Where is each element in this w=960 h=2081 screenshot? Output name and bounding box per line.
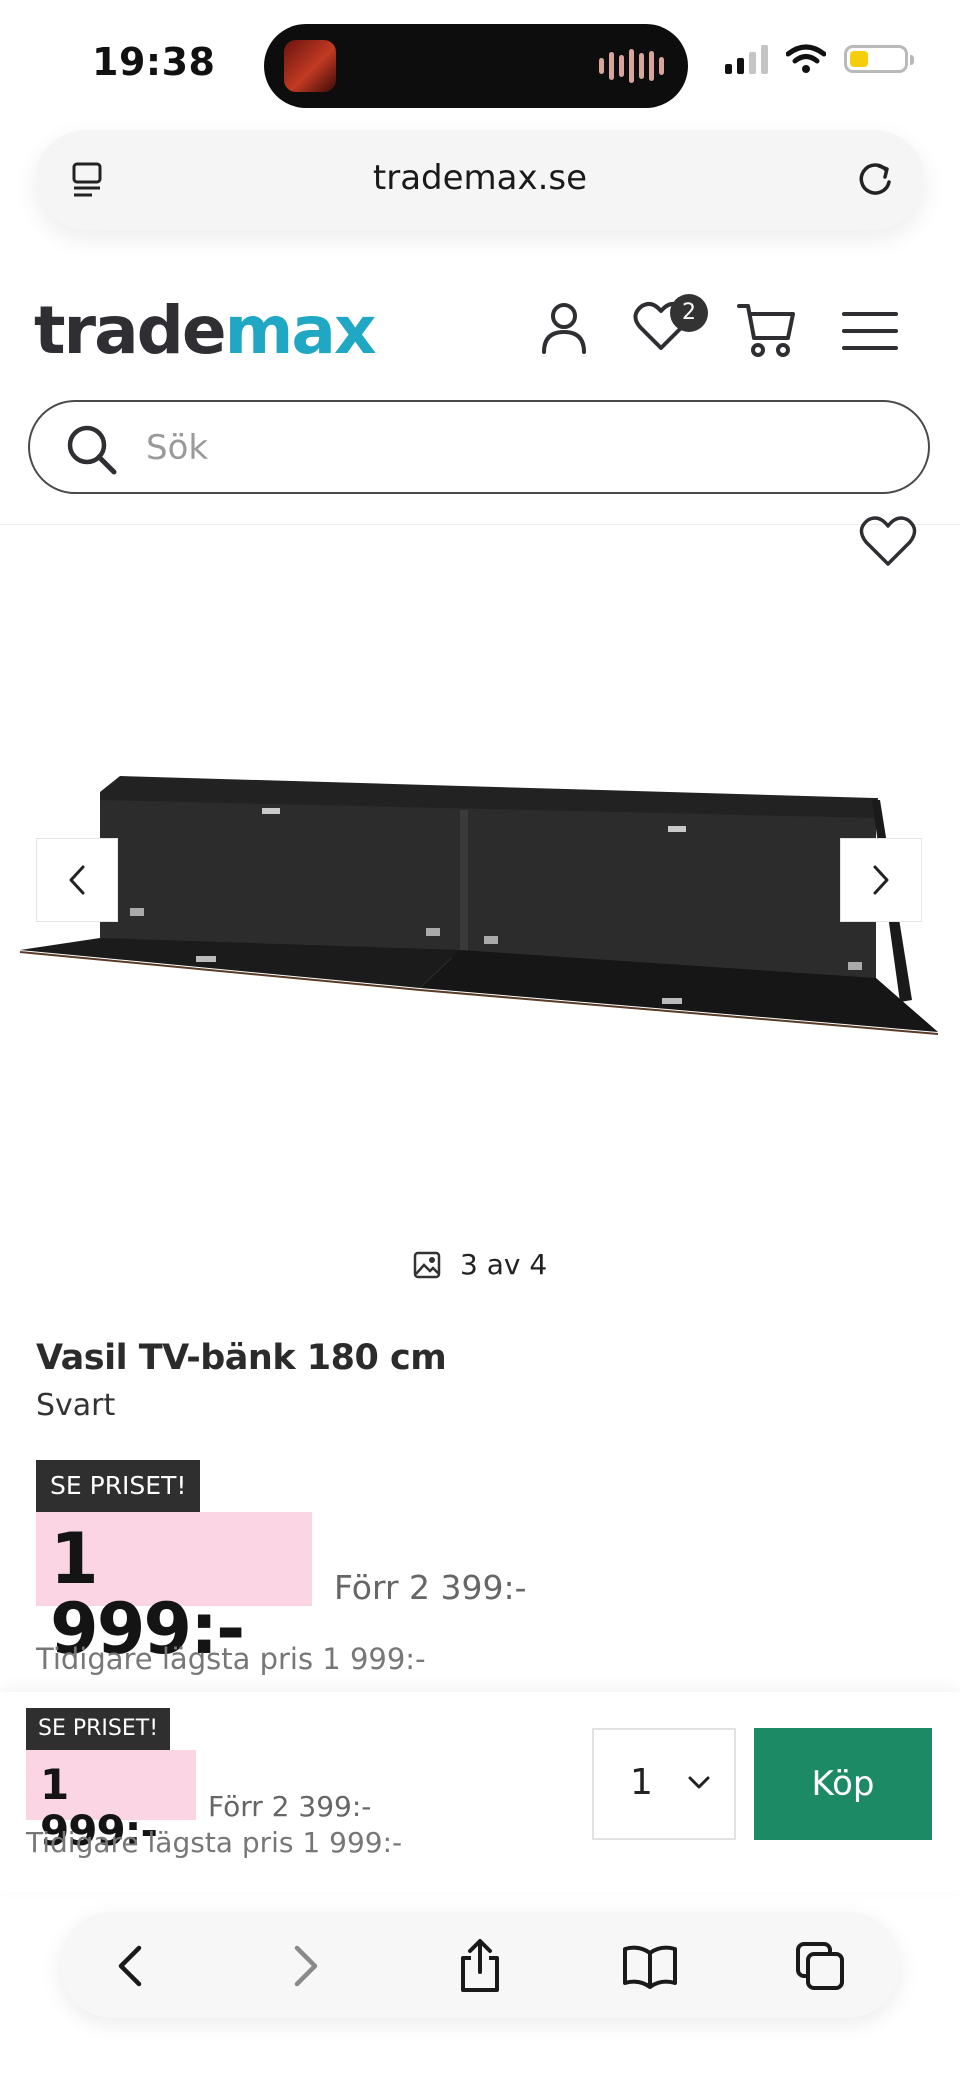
bookmarks-button[interactable]	[620, 1936, 680, 1996]
gallery-counter-text: 3 av 4	[460, 1248, 548, 1281]
cart-icon[interactable]	[736, 300, 796, 360]
sticky-buy-bar: SE PRISET! 1 999:- Förr 2 399:- Tidigare…	[0, 1692, 960, 1892]
product-image-tv-bench[interactable]	[0, 740, 960, 1060]
dynamic-island	[264, 24, 688, 108]
back-icon	[118, 1945, 142, 1987]
chevron-left-icon	[69, 865, 85, 895]
header-divider	[0, 524, 960, 525]
forward-button[interactable]	[276, 1936, 336, 1996]
sticky-was-price: Förr 2 399:-	[208, 1790, 372, 1823]
chevron-down-icon	[688, 1776, 710, 1789]
share-button[interactable]	[450, 1936, 510, 1996]
now-playing-artwork	[284, 40, 336, 92]
cellular-signal-icon	[725, 44, 768, 74]
tabs-button[interactable]	[790, 1936, 850, 1996]
share-icon	[461, 1939, 499, 1992]
gallery-counter: 3 av 4	[412, 1248, 547, 1281]
bookmarks-icon	[623, 1945, 677, 1989]
quantity-value: 1	[630, 1762, 653, 1803]
browser-toolbar	[60, 1912, 900, 2018]
tabs-icon	[796, 1942, 844, 1990]
back-button[interactable]	[100, 1936, 160, 1996]
chevron-right-icon	[873, 865, 889, 895]
was-price: Förr 2 399:-	[334, 1568, 527, 1607]
sticky-lowest-price-note: Tidigare lägsta pris 1 999:-	[26, 1826, 403, 1859]
wishlist-count-badge: 2	[670, 294, 708, 332]
status-time: 19:38	[92, 40, 216, 84]
gallery-next-button[interactable]	[840, 838, 922, 922]
forward-icon	[294, 1945, 318, 1987]
wifi-icon	[786, 44, 826, 73]
status-icons	[725, 44, 914, 74]
image-icon	[413, 1251, 441, 1278]
quantity-select[interactable]: 1	[592, 1728, 736, 1840]
price-box: 1 999:-	[36, 1512, 312, 1664]
lowest-price-note: Tidigare lägsta pris 1 999:-	[36, 1642, 426, 1676]
audio-waveform-icon	[599, 48, 664, 84]
product-title: Vasil TV-bänk 180 cm	[36, 1338, 447, 1378]
sticky-promo-tag: SE PRISET!	[26, 1708, 171, 1750]
gallery-prev-button[interactable]	[36, 838, 118, 922]
reload-icon[interactable]	[854, 158, 896, 200]
search-icon	[67, 425, 117, 475]
address-bar[interactable]: trademax.se	[36, 130, 924, 230]
search-placeholder: Sök	[146, 428, 209, 468]
url-text[interactable]: trademax.se	[36, 158, 924, 198]
logo-text-max: max	[224, 292, 377, 369]
battery-icon	[844, 45, 914, 73]
sticky-price-box: 1 999:-	[26, 1750, 196, 1854]
add-to-wishlist-heart-icon[interactable]	[858, 514, 918, 570]
promo-tag: SE PRISET!	[36, 1460, 201, 1512]
buy-button[interactable]: Köp	[754, 1728, 932, 1840]
logo-text-trade: trade	[34, 292, 227, 369]
menu-hamburger-icon[interactable]	[842, 310, 898, 352]
account-icon[interactable]	[538, 300, 590, 356]
search-input[interactable]: Sök	[28, 400, 930, 494]
site-logo[interactable]: trademax	[34, 292, 377, 369]
product-color: Svart	[36, 1388, 116, 1423]
